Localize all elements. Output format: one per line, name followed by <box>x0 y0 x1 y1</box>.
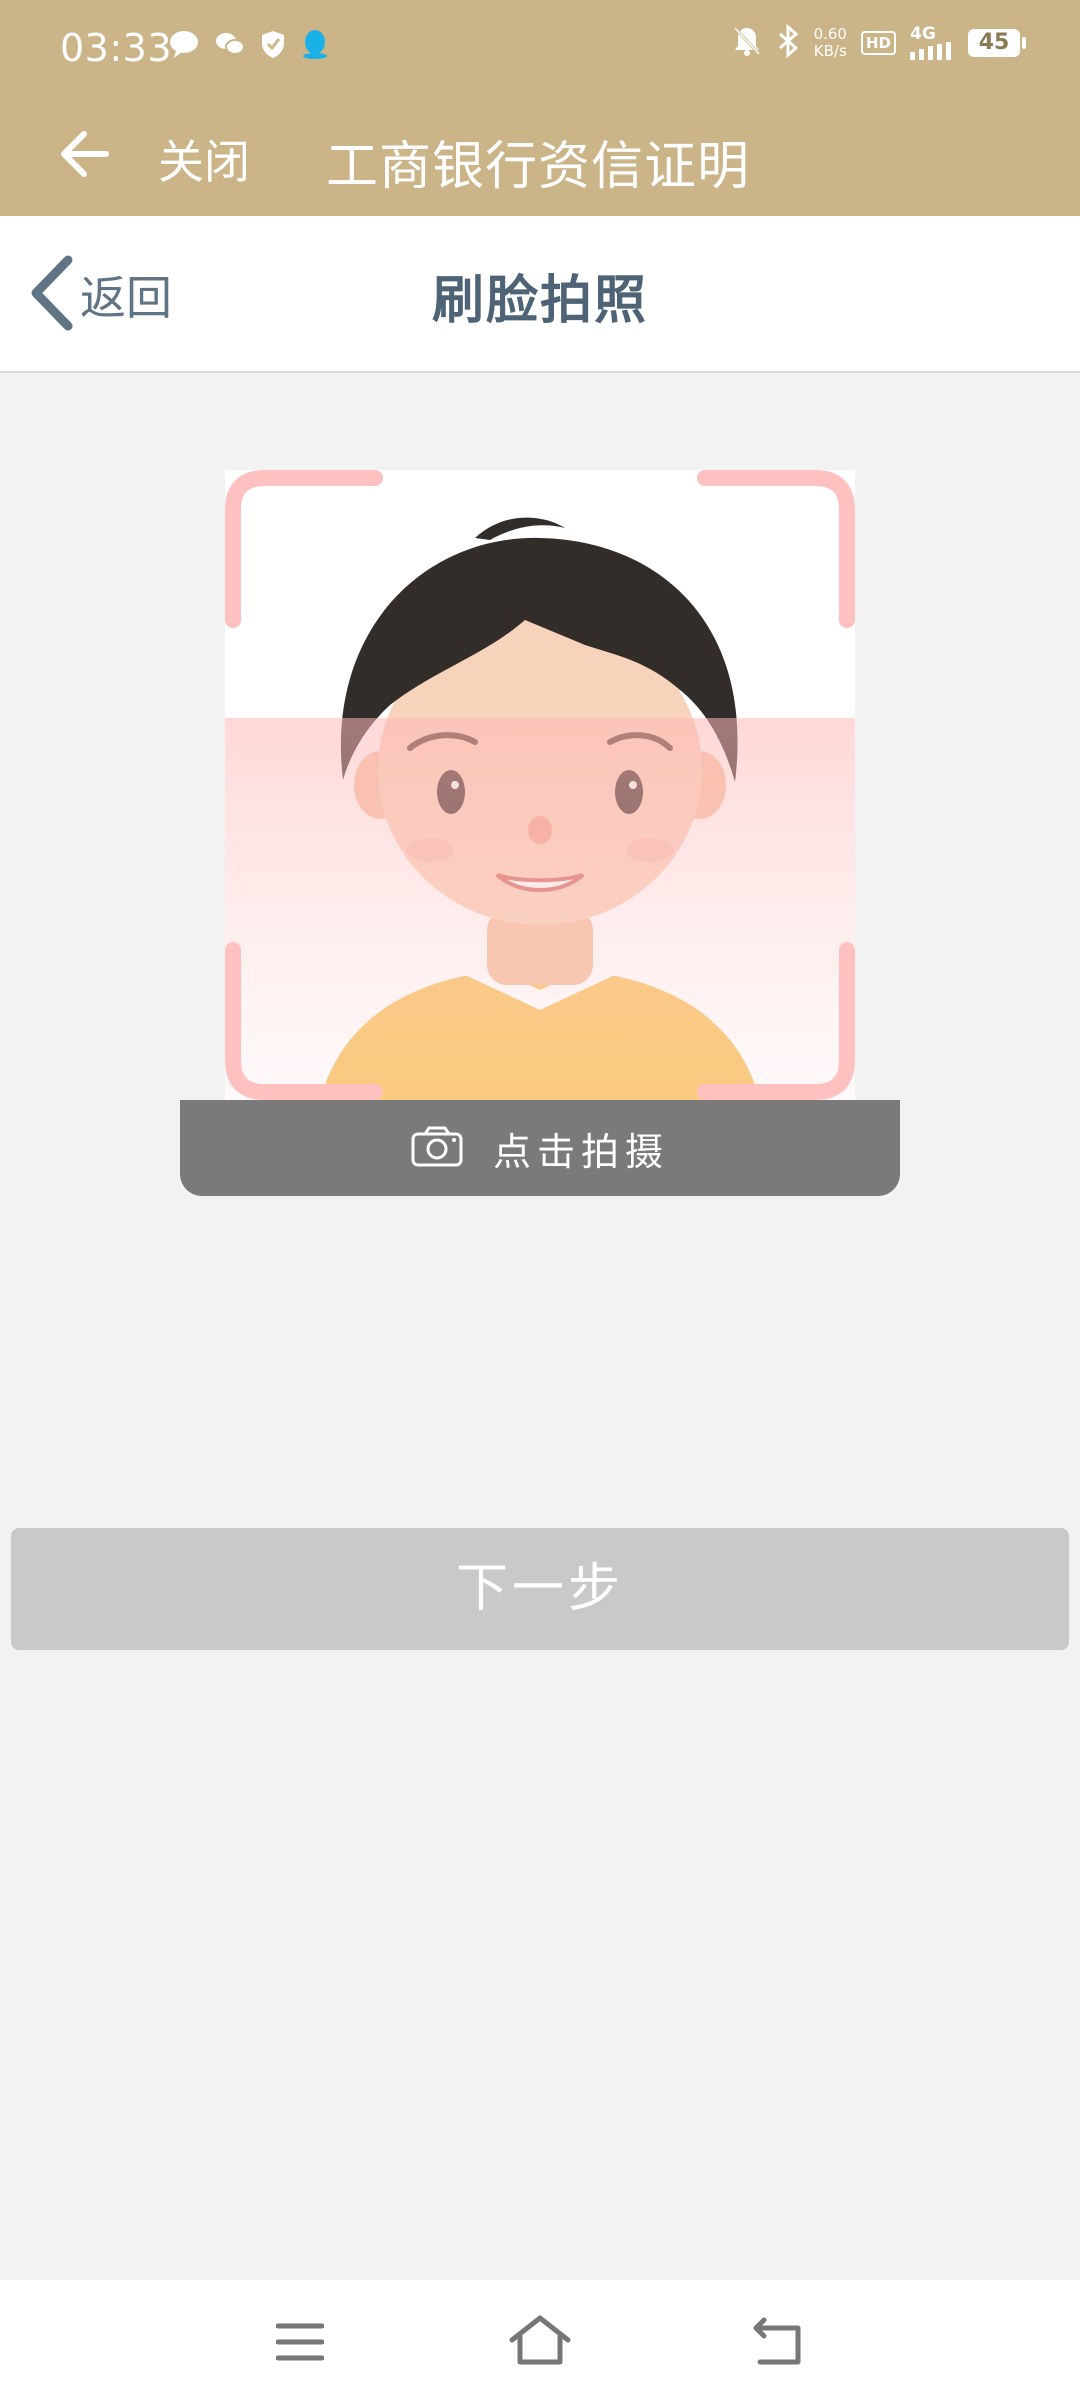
menu-icon[interactable] <box>275 2322 325 2366</box>
close-button[interactable]: 关闭 <box>158 126 250 192</box>
home-icon[interactable] <box>508 2314 572 2370</box>
face-illustration <box>225 470 855 1100</box>
mute-icon <box>732 25 762 61</box>
page-title: 刷脸拍照 <box>431 271 648 331</box>
message-icon <box>168 29 200 63</box>
network-speed-unit: KB/s <box>813 42 847 60</box>
back-arrow-icon[interactable] <box>58 130 110 182</box>
next-step-button[interactable]: 下一步 <box>11 1528 1069 1650</box>
back-icon[interactable] <box>752 2316 804 2370</box>
wechat-icon <box>214 29 246 63</box>
bluetooth-icon <box>776 23 800 62</box>
capture-button[interactable]: 点击拍摄 <box>180 1100 900 1196</box>
app-header: 关闭 工商银行资信证明 <box>0 96 1080 216</box>
camera-icon <box>411 1125 463 1171</box>
signal-bars-icon <box>910 41 951 60</box>
app-title: 工商银行资信证明 <box>326 137 751 197</box>
cellular-signal: 4G <box>910 23 954 60</box>
network-speed: 0.60 KB/s <box>814 26 847 60</box>
battery-indicator: 45 <box>968 29 1026 57</box>
shield-icon <box>260 29 286 63</box>
system-status-icons: 0.60 KB/s HD 4G 45 <box>732 23 1026 62</box>
network-type: 4G <box>910 23 936 44</box>
status-bar: 03:33 0.60 KB/s HD 4G 45 <box>0 0 1080 96</box>
hd-badge: HD <box>860 31 896 55</box>
network-speed-value: 0.60 <box>813 25 847 43</box>
face-photo-placeholder[interactable] <box>225 470 855 1100</box>
capture-label: 点击拍摄 <box>492 1129 669 1174</box>
sub-header: 返回 刷脸拍照 <box>0 216 1080 373</box>
notification-icons <box>168 28 330 64</box>
system-nav-bar <box>0 2280 1080 2404</box>
qq-icon <box>300 28 330 64</box>
status-time: 03:33 <box>60 26 173 70</box>
